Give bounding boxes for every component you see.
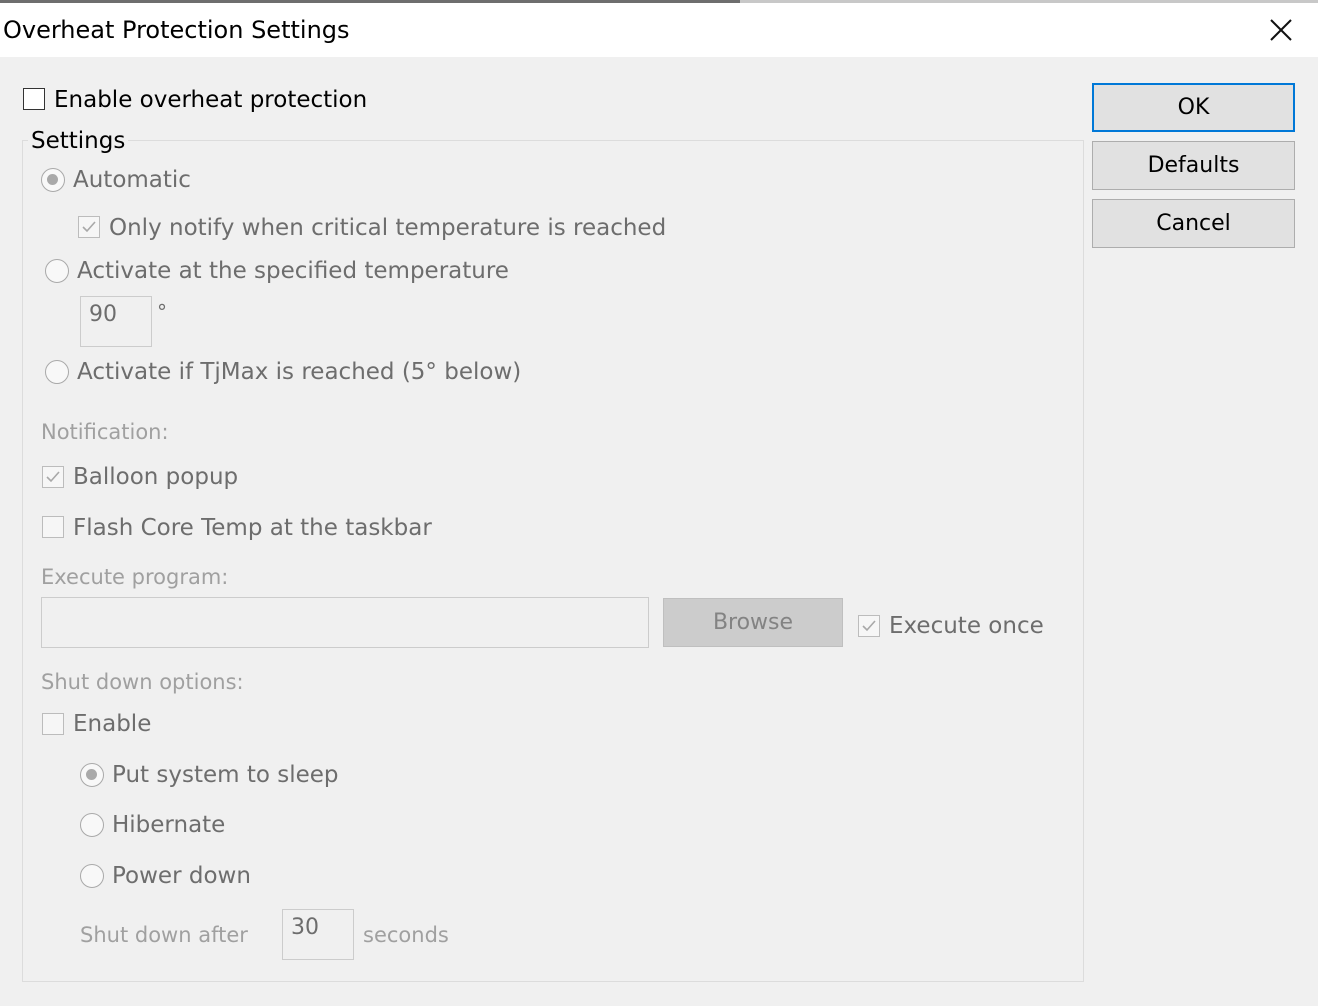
checkmark-icon xyxy=(82,221,96,233)
shutdown-seconds-input[interactable] xyxy=(282,909,354,960)
settings-group-label: Settings xyxy=(28,127,129,155)
shutdown-options-label: Shut down options: xyxy=(41,670,244,694)
balloon-popup-label[interactable]: Balloon popup xyxy=(73,463,238,491)
checkmark-icon xyxy=(46,471,60,483)
execute-program-input[interactable] xyxy=(41,597,649,648)
shutdown-after-label: Shut down after xyxy=(80,923,248,947)
only-notify-label[interactable]: Only notify when critical temperature is… xyxy=(109,214,666,242)
activate-tjmax-radio[interactable] xyxy=(45,360,69,384)
defaults-button[interactable]: Defaults xyxy=(1092,141,1295,190)
cancel-button[interactable]: Cancel xyxy=(1092,199,1295,248)
enable-overheat-label[interactable]: Enable overheat protection xyxy=(54,86,367,114)
execute-program-label: Execute program: xyxy=(41,565,229,589)
sleep-radio[interactable] xyxy=(80,763,104,787)
only-notify-checkbox[interactable] xyxy=(78,216,100,238)
automatic-radio[interactable] xyxy=(41,168,65,192)
close-button[interactable] xyxy=(1258,10,1304,50)
close-icon xyxy=(1270,19,1292,41)
window-title: Overheat Protection Settings xyxy=(3,16,350,44)
sleep-label[interactable]: Put system to sleep xyxy=(112,761,339,789)
power-down-radio[interactable] xyxy=(80,864,104,888)
top-edge-dark xyxy=(0,0,740,3)
automatic-label[interactable]: Automatic xyxy=(73,166,191,194)
activate-specified-label[interactable]: Activate at the specified temperature xyxy=(77,257,509,285)
radio-selected-dot xyxy=(86,769,97,780)
activate-tjmax-label[interactable]: Activate if TjMax is reached (5° below) xyxy=(77,358,521,386)
execute-once-checkbox[interactable] xyxy=(858,615,880,637)
degree-symbol: ° xyxy=(157,300,167,324)
hibernate-radio[interactable] xyxy=(80,813,104,837)
browse-button[interactable]: Browse xyxy=(663,598,843,647)
hibernate-label[interactable]: Hibernate xyxy=(112,811,225,839)
temperature-input[interactable] xyxy=(80,296,152,347)
power-down-label[interactable]: Power down xyxy=(112,862,251,890)
activate-specified-radio[interactable] xyxy=(45,259,69,283)
ok-button[interactable]: OK xyxy=(1092,83,1295,132)
shutdown-enable-checkbox[interactable] xyxy=(42,713,64,735)
top-edge-light xyxy=(740,0,1318,3)
balloon-popup-checkbox[interactable] xyxy=(42,466,64,488)
execute-once-label[interactable]: Execute once xyxy=(889,612,1044,640)
shutdown-enable-label[interactable]: Enable xyxy=(73,710,151,738)
enable-overheat-checkbox[interactable] xyxy=(23,88,45,110)
radio-selected-dot xyxy=(47,174,58,185)
seconds-label: seconds xyxy=(363,923,449,947)
flash-taskbar-label[interactable]: Flash Core Temp at the taskbar xyxy=(73,514,432,542)
notification-label: Notification: xyxy=(41,420,169,444)
flash-taskbar-checkbox[interactable] xyxy=(42,516,64,538)
checkmark-icon xyxy=(862,620,876,632)
